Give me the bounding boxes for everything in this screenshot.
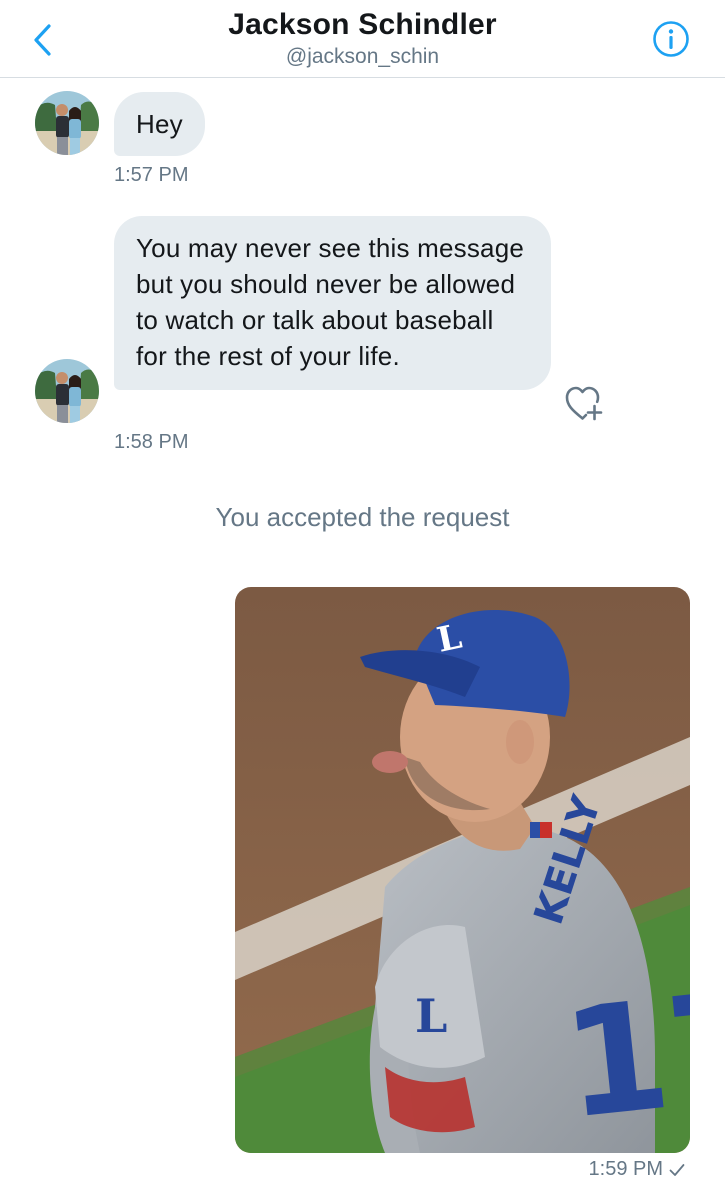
sent-check-icon (669, 1163, 685, 1176)
info-icon (653, 21, 689, 57)
heart-plus-icon (565, 386, 603, 421)
avatar[interactable] (35, 91, 99, 155)
avatar-photo (35, 91, 99, 155)
info-button[interactable] (651, 19, 691, 59)
avatar[interactable] (35, 359, 99, 423)
like-message-button[interactable] (564, 384, 606, 424)
conversation-header: Jackson Schindler @jackson_schin (0, 0, 725, 78)
message-timestamp: 1:57 PM (114, 164, 189, 186)
svg-text:L: L (415, 989, 447, 1043)
conversation-handle: @jackson_schin (285, 45, 440, 68)
message-text: Hey (136, 109, 183, 139)
message-timestamp: 1:58 PM (114, 431, 189, 453)
message-bubble[interactable]: You may never see this message but you s… (114, 216, 551, 390)
message-status: 1:59 PM (589, 1158, 685, 1181)
baseball-player-photo: L KELLY 17 L (235, 587, 690, 1153)
conversation-title[interactable]: Jackson Schindler (0, 8, 725, 42)
request-accepted-note: You accepted the request (215, 502, 510, 532)
message-text: You may never see this message but you s… (136, 233, 525, 371)
message-bubble[interactable]: Hey (114, 92, 205, 156)
avatar-photo (35, 359, 99, 423)
jersey-number: 17 (556, 958, 690, 1153)
message-timestamp: 1:59 PM (588, 1158, 663, 1180)
image-message[interactable]: L KELLY 17 L (235, 587, 690, 1153)
